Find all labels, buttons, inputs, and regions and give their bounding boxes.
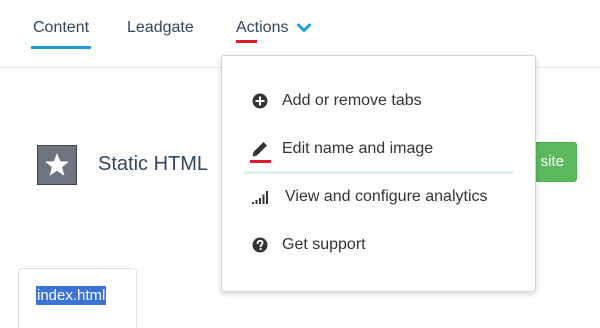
tab-actions[interactable]: Actions [236,18,311,43]
actions-dropdown-menu: Add or remove tabs Edit name and image V… [221,55,536,292]
menu-item-label: View and configure analytics [285,188,488,205]
question-circle-icon [252,237,268,253]
file-tab-label: index.html [36,286,107,305]
menu-item-label: Edit name and image [282,140,434,157]
tab-content-label: Content [33,19,90,36]
app-image [37,145,77,185]
menu-item-label: Get support [282,236,366,253]
tab-content[interactable]: Content [30,18,92,49]
page-title: Static HTML [98,153,209,175]
tab-leadgate-label: Leadgate [127,19,194,36]
file-tab-index[interactable]: index.html [18,268,137,328]
menu-item-view-and-configure-analytics[interactable]: View and configure analytics [222,179,535,215]
tab-actions-label: Actions [236,19,289,36]
plus-circle-icon [252,93,268,109]
menu-item-get-support[interactable]: Get support [222,227,535,263]
signal-bars-icon [252,191,268,204]
menu-item-label: Add or remove tabs [282,92,422,109]
menu-item-add-or-remove-tabs[interactable]: Add or remove tabs [222,83,535,119]
menu-divider [244,171,514,174]
pencil-icon [252,142,267,157]
annotation-underline-actions [236,40,257,43]
tab-leadgate[interactable]: Leadgate [127,18,194,38]
menu-item-edit-name-and-image[interactable]: Edit name and image [222,131,535,167]
chevron-down-icon [297,23,311,32]
annotation-underline-edit [250,160,271,163]
star-icon [45,153,69,176]
